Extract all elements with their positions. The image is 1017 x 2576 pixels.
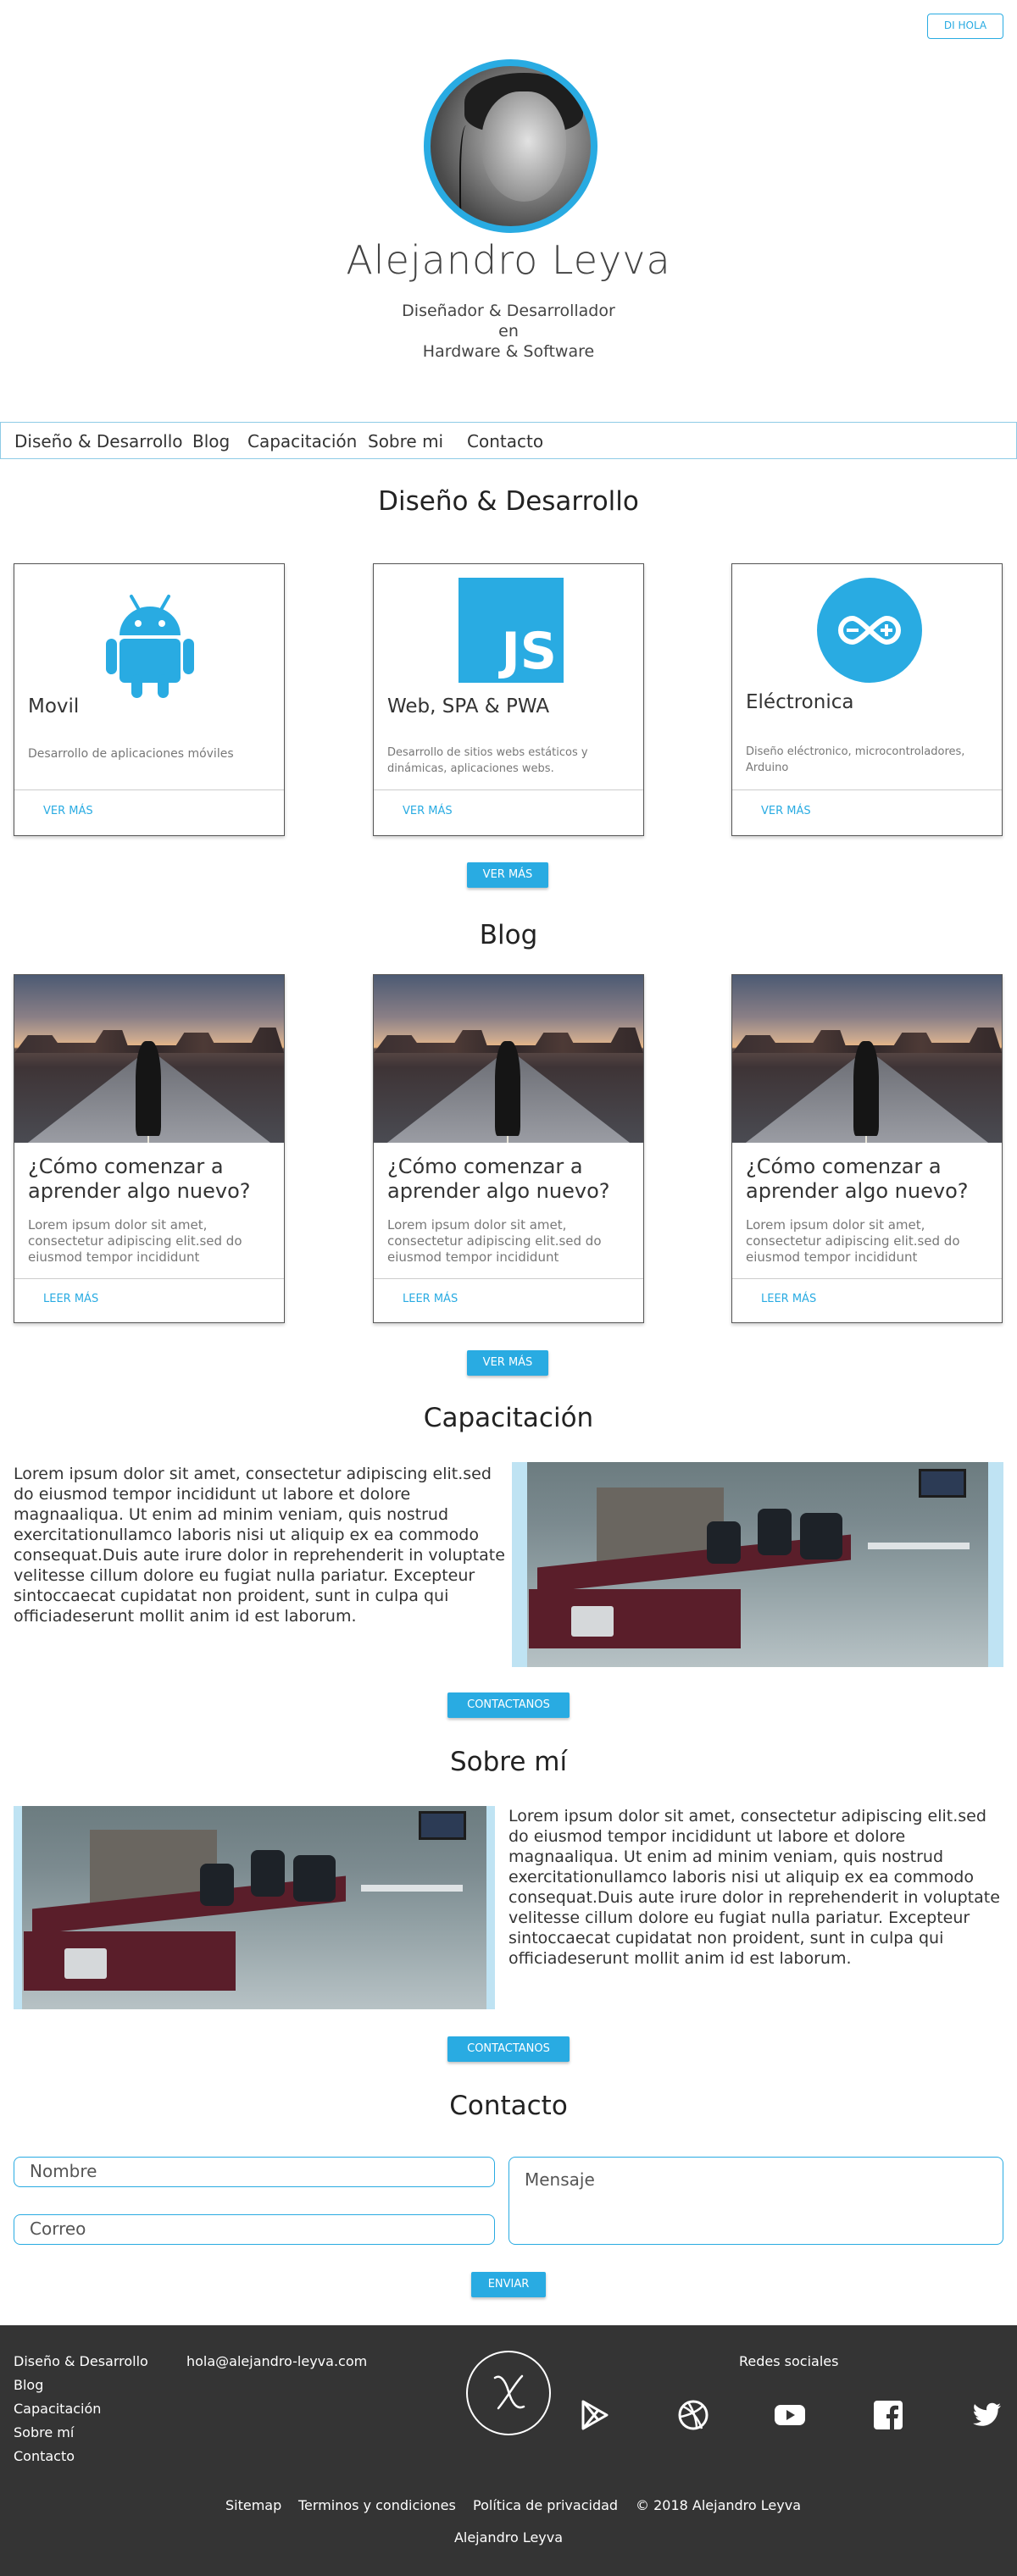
service-card: JS Web, SPA & PWA Desarrollo de sitios w…: [373, 563, 644, 836]
about-image: [14, 1806, 495, 2009]
training-section-title: Capacitación: [423, 1403, 594, 1433]
footer: Diseño & Desarrollo Blog Capacitación So…: [0, 2325, 1017, 2576]
card-title: Movil: [28, 695, 80, 717]
about-text: Lorem ipsum dolor sit amet, consectetur …: [508, 1807, 1000, 1968]
nav-item-blog[interactable]: Blog: [192, 431, 230, 451]
nav-item-training[interactable]: Capacitación: [247, 431, 357, 451]
service-card: Eléctronica Diseño eléctronico, microcon…: [731, 563, 1003, 836]
page-title: Alejandro Leyva: [346, 237, 671, 283]
blog-read-more-link[interactable]: LEER MÁS: [403, 1293, 458, 1305]
blog-post-title: ¿Cómo comenzar a aprender algo nuevo?: [28, 1155, 251, 1203]
training-contact-button[interactable]: CONTACTANOS: [447, 1692, 570, 1718]
nav-item-about[interactable]: Sobre mi: [368, 431, 443, 451]
contact-section-title: Contacto: [449, 2091, 568, 2121]
social-title: Redes sociales: [739, 2353, 839, 2369]
blog-post-card: ¿Cómo comenzar a aprender algo nuevo? Lo…: [14, 974, 285, 1323]
blog-post-excerpt: Lorem ipsum dolor sit amet, consectetur …: [28, 1217, 242, 1265]
facebook-icon[interactable]: [871, 2398, 905, 2432]
javascript-icon: JS: [458, 578, 564, 683]
blog-post-image: [732, 975, 1002, 1143]
footer-link-about[interactable]: Sobre mí: [14, 2424, 74, 2440]
blog-post-card: ¿Cómo comenzar a aprender algo nuevo? Lo…: [373, 974, 644, 1323]
tagline-line-3: Hardware & Software: [422, 342, 595, 361]
nav-item-contact[interactable]: Contacto: [467, 431, 543, 451]
card-more-link[interactable]: VER MÁS: [761, 805, 811, 817]
service-card: Movil Desarrollo de aplicaciones móviles…: [14, 563, 285, 836]
card-title: Eléctronica: [746, 691, 854, 713]
training-image: [512, 1462, 1003, 1667]
footer-signature: Alejandro Leyva: [453, 2529, 564, 2546]
blog-read-more-link[interactable]: LEER MÁS: [761, 1293, 816, 1305]
card-description: Diseño eléctronico, microcontroladores, …: [746, 745, 965, 774]
footer-link-design[interactable]: Diseño & Desarrollo: [14, 2353, 148, 2369]
blog-more-button[interactable]: VER MÁS: [467, 1350, 548, 1376]
twitter-icon[interactable]: [970, 2398, 1003, 2432]
footer-link-contact[interactable]: Contacto: [14, 2448, 75, 2464]
youtube-icon[interactable]: [773, 2398, 807, 2432]
card-more-link[interactable]: VER MÁS: [403, 805, 453, 817]
android-icon: [106, 595, 194, 698]
blog-post-image: [374, 975, 643, 1143]
google-play-icon[interactable]: [578, 2398, 612, 2432]
main-nav: Diseño & Desarrollo Blog Capacitación So…: [0, 422, 1017, 459]
blog-post-title: ¿Cómo comenzar a aprender algo nuevo?: [746, 1155, 969, 1203]
nav-item-design[interactable]: Diseño & Desarrollo: [14, 431, 183, 451]
footer-terms-link[interactable]: Terminos y condiciones: [298, 2497, 456, 2513]
tagline-line-1: Diseñador & Desarrollador: [402, 302, 615, 320]
footer-link-training[interactable]: Capacitación: [14, 2401, 101, 2417]
card-title: Web, SPA & PWA: [387, 695, 550, 717]
footer-email-link[interactable]: hola@alejandro-leyva.com: [186, 2353, 367, 2369]
blog-post-excerpt: Lorem ipsum dolor sit amet, consectetur …: [387, 1217, 602, 1265]
send-button[interactable]: ENVIAR: [471, 2272, 546, 2297]
card-more-link[interactable]: VER MÁS: [43, 805, 93, 817]
avatar: [424, 59, 597, 233]
blog-read-more-link[interactable]: LEER MÁS: [43, 1293, 98, 1305]
name-field[interactable]: Nombre: [14, 2157, 495, 2187]
blog-post-image: [14, 975, 284, 1143]
about-section-title: Sobre mí: [449, 1747, 568, 1777]
blog-section-title: Blog: [479, 920, 538, 950]
email-field[interactable]: Correo: [14, 2214, 495, 2245]
footer-privacy-link[interactable]: Política de privacidad: [473, 2497, 618, 2513]
footer-sitemap-link[interactable]: Sitemap: [225, 2497, 281, 2513]
logo-icon: [466, 2351, 551, 2435]
about-contact-button[interactable]: CONTACTANOS: [447, 2036, 570, 2062]
training-text: Lorem ipsum dolor sit amet, consectetur …: [14, 1465, 505, 1626]
footer-link-blog[interactable]: Blog: [14, 2377, 43, 2393]
arduino-icon: [817, 578, 922, 683]
card-description: Desarrollo de sitios webs estáticos y di…: [387, 746, 588, 775]
tagline-line-2: en: [498, 322, 519, 341]
card-description: Desarrollo de aplicaciones móviles: [28, 747, 234, 761]
design-section-title: Diseño & Desarrollo: [378, 486, 639, 517]
say-hello-button[interactable]: DI HOLA: [927, 14, 1003, 39]
dribbble-icon[interactable]: [676, 2398, 710, 2432]
footer-copyright: © 2018 Alejandro Leyva: [636, 2497, 801, 2513]
design-more-button[interactable]: VER MÁS: [467, 862, 548, 888]
blog-post-title: ¿Cómo comenzar a aprender algo nuevo?: [387, 1155, 610, 1203]
blog-post-card: ¿Cómo comenzar a aprender algo nuevo? Lo…: [731, 974, 1003, 1323]
blog-post-excerpt: Lorem ipsum dolor sit amet, consectetur …: [746, 1217, 960, 1265]
message-field[interactable]: Mensaje: [508, 2157, 1003, 2245]
